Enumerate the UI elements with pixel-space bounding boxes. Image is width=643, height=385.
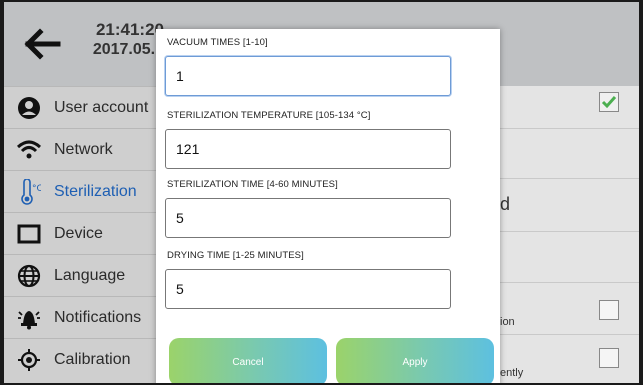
drying-time-input[interactable] (165, 269, 451, 309)
background-text: d (500, 194, 511, 214)
checkbox[interactable] (599, 348, 619, 368)
sidebar-item-label: User account (54, 99, 149, 116)
sidebar-item-calibration[interactable]: Calibration (4, 338, 159, 381)
sterilization-time-input[interactable] (165, 198, 451, 238)
sidebar-item-user-account[interactable]: User account (4, 86, 159, 129)
sterilization-temperature-label: STERILIZATION TEMPERATURE [105-134 °C] (167, 110, 371, 121)
checkbox[interactable] (599, 300, 619, 320)
device-icon (14, 219, 44, 249)
wifi-icon (14, 135, 44, 165)
checkbox-checked[interactable] (599, 92, 619, 112)
globe-icon (14, 261, 44, 291)
sterilization-temperature-input[interactable] (165, 129, 451, 169)
sterilization-time-label: STERILIZATION TIME [4-60 MINUTES] (167, 179, 338, 190)
sidebar-item-label: Notifications (54, 309, 142, 326)
vacuum-times-label: VACUUM TIMES [1-10] (167, 37, 268, 48)
sidebar-item-label: Network (54, 141, 113, 158)
background-text: ion (500, 316, 515, 328)
app-window: 21:41:20 2017.05.1 User account Network … (4, 2, 639, 383)
cancel-button[interactable]: Cancel (169, 338, 327, 383)
sidebar-item-language[interactable]: Language (4, 254, 159, 297)
sidebar: User account Network °C Sterilization De… (4, 86, 159, 383)
sidebar-item-label: Device (54, 225, 103, 242)
sidebar-item-label: Language (54, 267, 126, 284)
sidebar-item-notifications[interactable]: Notifications (4, 296, 159, 339)
clock-time: 21:41:20 (95, 20, 164, 39)
vacuum-times-input[interactable] (165, 56, 451, 96)
back-arrow-icon[interactable] (22, 24, 62, 64)
clock-date: 2017.05.1 (92, 41, 164, 58)
sterilization-settings-dialog: VACUUM TIMES [1-10] STERILIZATION TEMPER… (156, 29, 500, 383)
thermometer-icon: °C (14, 177, 44, 207)
sidebar-item-label: Calibration (54, 351, 131, 368)
checkmark-icon (601, 96, 617, 109)
target-icon (14, 345, 44, 375)
background-text: ently (500, 367, 524, 379)
user-account-icon (14, 93, 44, 123)
svg-text:°C: °C (32, 184, 41, 194)
sidebar-item-sterilization[interactable]: °C Sterilization (4, 170, 159, 213)
sidebar-item-network[interactable]: Network (4, 128, 159, 171)
apply-button[interactable]: Apply (336, 338, 494, 383)
sidebar-item-device[interactable]: Device (4, 212, 159, 255)
alarm-bell-icon (14, 303, 44, 333)
sidebar-item-label: Sterilization (54, 183, 137, 200)
clock: 21:41:20 2017.05.1 (84, 20, 164, 60)
drying-time-label: DRYING TIME [1-25 MINUTES] (167, 250, 304, 261)
